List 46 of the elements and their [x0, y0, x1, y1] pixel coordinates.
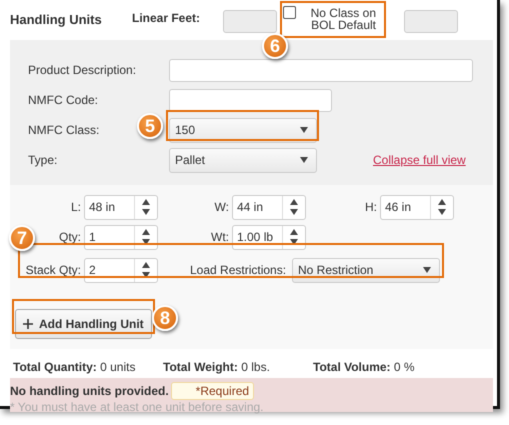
stepper-icon [438, 199, 446, 215]
collapse-link[interactable]: Collapse full view [373, 153, 466, 167]
section-title: Handling Units [10, 12, 103, 27]
caret-icon [300, 157, 308, 163]
total-text: Total Quantity: 0 units [13, 360, 136, 376]
number-field[interactable]: 44 in [232, 194, 306, 220]
required-tooltip: *Required [170, 382, 254, 400]
stepper-icon [142, 229, 150, 245]
number-field[interactable]: 48 in [84, 194, 158, 220]
total-text: Total Volume: 0 % [313, 360, 415, 376]
caret-icon [300, 127, 308, 133]
field-label: Type: [28, 153, 58, 167]
field-label: NMFC Class: [28, 123, 100, 137]
field-label: L: [70, 200, 81, 214]
field-label: Product Description: [28, 63, 136, 77]
field-label: Linear Feet: [132, 11, 202, 25]
checkbox-label: No Class on BOL Default [310, 7, 376, 31]
field-label: W: [214, 200, 229, 214]
add-button[interactable]: Add Handling Unit [15, 309, 152, 339]
dropdown[interactable]: Pallet [169, 148, 317, 172]
number-field[interactable]: 1.00 lb [232, 224, 306, 250]
field-label: Wt: [211, 230, 229, 244]
text-field[interactable] [169, 58, 473, 82]
stepper-icon [142, 199, 150, 215]
number-field[interactable]: 2 [84, 258, 158, 282]
number-field[interactable]: 46 in [380, 194, 454, 220]
field-label: Qty: [58, 230, 81, 244]
stepper-icon [290, 229, 298, 245]
error-message: No handling units provided. [10, 384, 169, 398]
text-field[interactable] [169, 88, 332, 112]
linear-feet-field[interactable] [223, 10, 277, 33]
total-text: Total Weight: 0 lbs. [163, 360, 271, 376]
plus-icon [23, 319, 33, 329]
dropdown[interactable]: 150 [169, 118, 317, 142]
field-label: Stack Qty: [26, 263, 81, 277]
field-label: H: [365, 200, 377, 214]
number-field[interactable]: 1 [84, 224, 158, 250]
dropdown[interactable]: No Restriction [292, 258, 440, 282]
field-label: Load Restrictions: [190, 263, 288, 277]
checkbox[interactable] [283, 6, 296, 19]
field-label: NMFC Code: [28, 93, 98, 107]
class-field[interactable] [404, 10, 458, 33]
caret-icon [423, 267, 431, 273]
stepper-icon [290, 199, 298, 215]
stepper-icon [142, 262, 150, 278]
error-note: * You must have at least one unit before saving. [10, 400, 264, 414]
